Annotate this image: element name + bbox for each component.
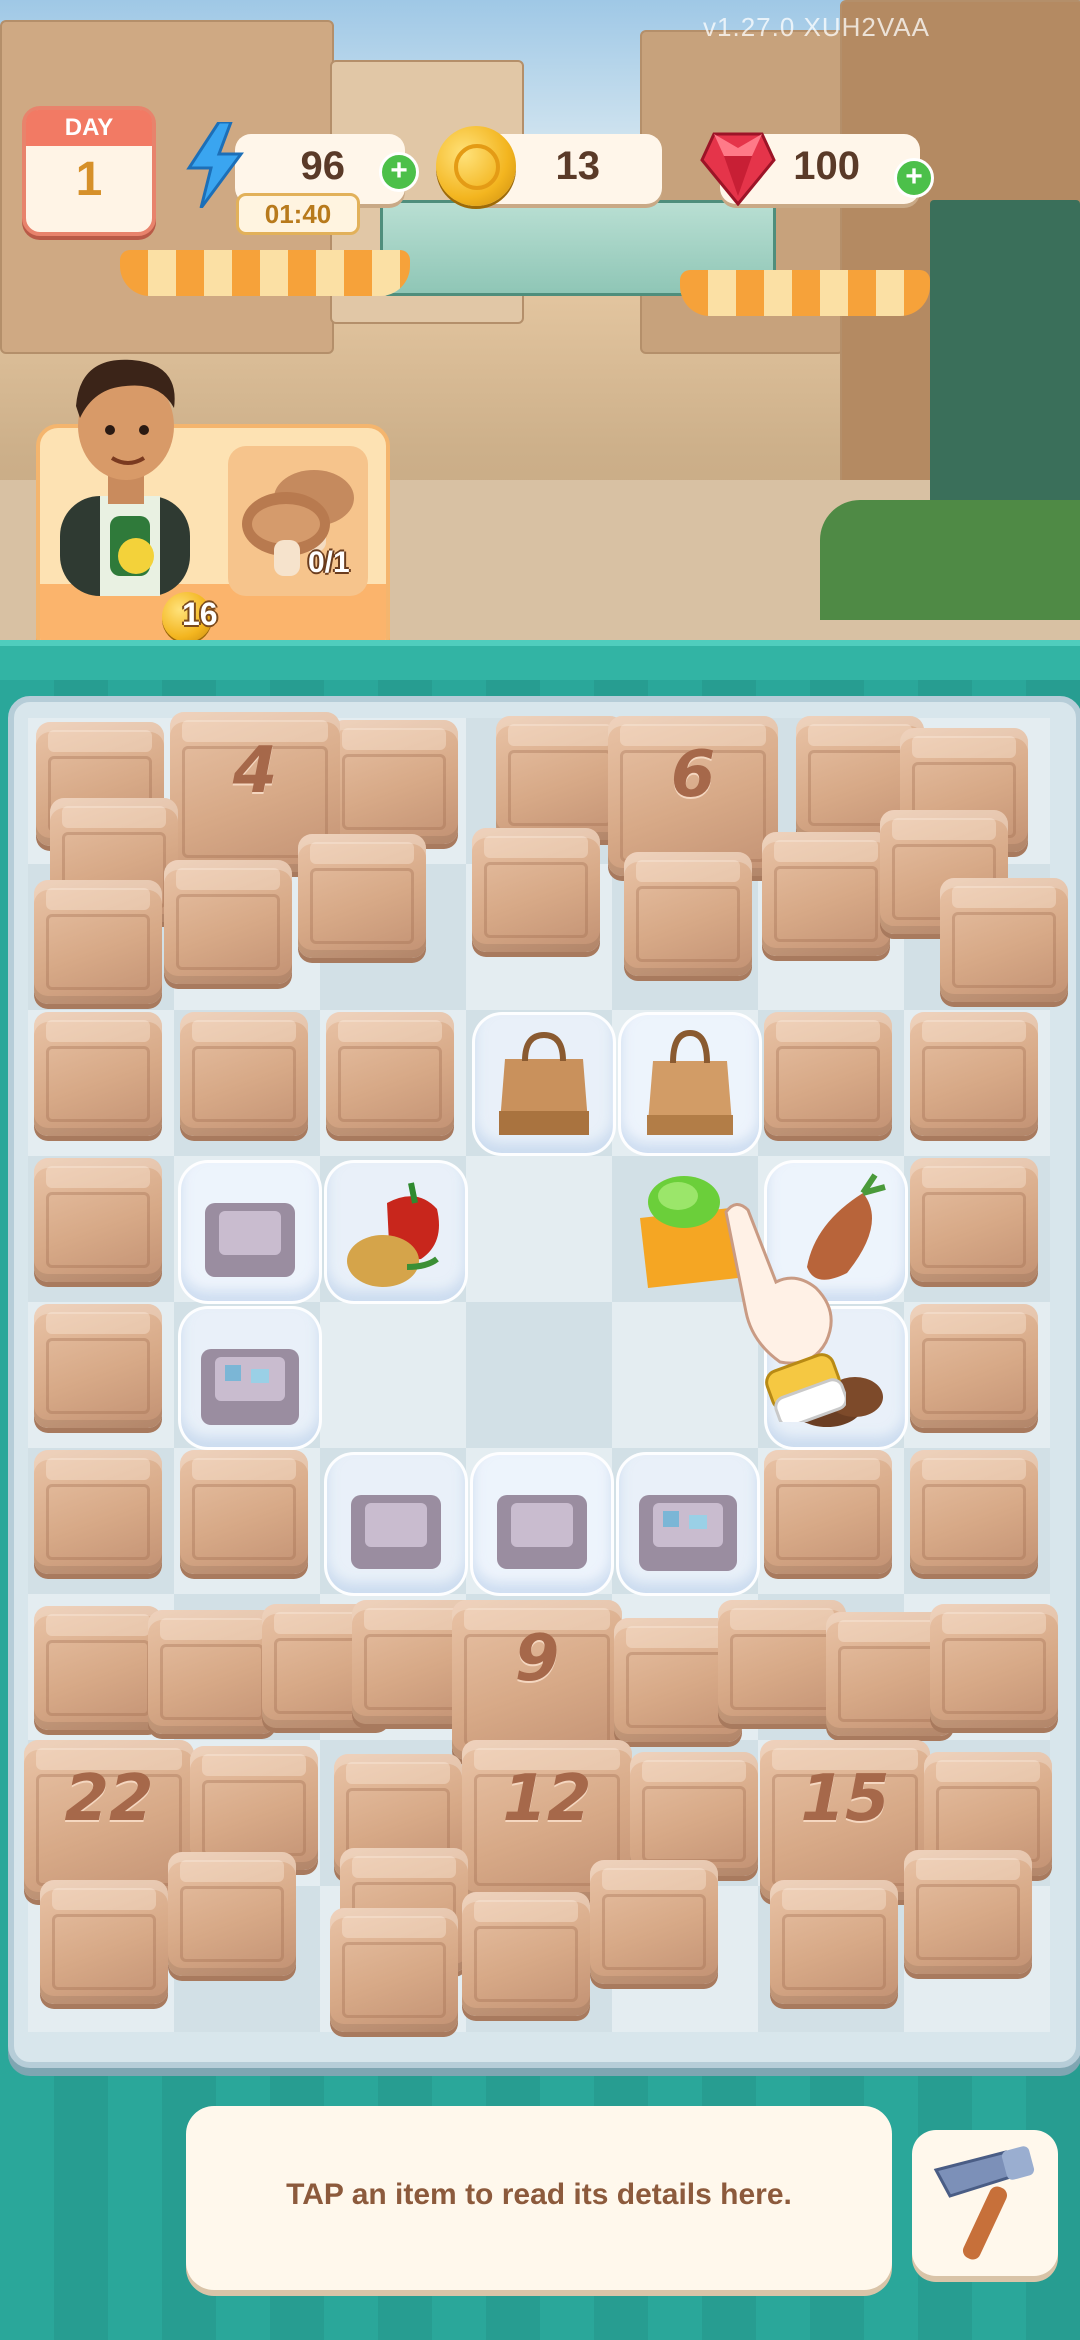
awning xyxy=(120,250,410,296)
bubbled-item[interactable] xyxy=(470,1452,614,1596)
locked-crate[interactable] xyxy=(472,828,600,952)
locked-crate[interactable] xyxy=(330,1908,458,2032)
order-reward-value: 16 xyxy=(182,596,218,632)
energy-timer: 01:40 xyxy=(236,193,360,235)
locked-crate[interactable] xyxy=(34,1304,162,1428)
item-details-text: TAP an item to read its details here. xyxy=(286,2178,792,2211)
locked-crate[interactable] xyxy=(940,878,1068,1002)
locked-crate[interactable] xyxy=(624,852,752,976)
hedge xyxy=(820,500,1080,620)
locked-crate[interactable] xyxy=(910,1450,1038,1574)
chef-avatar xyxy=(60,359,190,596)
ruby-gem-icon xyxy=(700,132,776,206)
hammer-tool-button[interactable] xyxy=(912,2130,1058,2276)
coin-icon xyxy=(436,126,516,206)
crate-unlock-level: 15 xyxy=(800,1762,890,1836)
bubbled-item[interactable] xyxy=(324,1160,468,1304)
locked-crate[interactable] xyxy=(930,1604,1058,1728)
item-details-panel: TAP an item to read its details here. xyxy=(186,2106,892,2290)
locked-crate[interactable] xyxy=(34,1158,162,1282)
locked-crate[interactable] xyxy=(298,834,426,958)
locked-crate[interactable] xyxy=(590,1860,718,1984)
locked-crate[interactable] xyxy=(168,1852,296,1976)
locked-crate[interactable] xyxy=(764,1450,892,1574)
bubbled-item[interactable] xyxy=(618,1012,762,1156)
locked-crate[interactable] xyxy=(910,1012,1038,1136)
order-progress: 0/1 xyxy=(308,546,350,579)
crate-unlock-level: 6 xyxy=(670,738,716,812)
board-cell xyxy=(320,1302,466,1448)
bubbled-item[interactable] xyxy=(178,1306,322,1450)
locked-crate[interactable] xyxy=(40,1880,168,2004)
tutorial-hand-icon xyxy=(724,1203,846,1422)
day-calendar-button[interactable]: DAY 1 xyxy=(22,106,156,236)
crate-unlock-level: 12 xyxy=(502,1762,592,1836)
locked-crate[interactable] xyxy=(762,832,890,956)
bubbled-item[interactable] xyxy=(324,1452,468,1596)
day-number: 1 xyxy=(75,153,103,206)
locked-crate[interactable] xyxy=(910,1158,1038,1282)
version-label: v1.27.0 XUH2VAA xyxy=(703,12,930,42)
coin-value: 13 xyxy=(555,144,601,188)
box-items-icon xyxy=(639,1495,737,1571)
energy-value: 96 xyxy=(300,144,346,188)
box-icon xyxy=(497,1495,587,1569)
bubbled-item[interactable] xyxy=(472,1012,616,1156)
locked-crate[interactable] xyxy=(462,1892,590,2016)
locked-crate[interactable] xyxy=(764,1012,892,1136)
board-cell xyxy=(466,1156,612,1302)
locked-crate[interactable] xyxy=(904,1850,1032,1974)
hammer-icon xyxy=(933,2146,1035,2260)
locked-crate[interactable] xyxy=(34,880,162,1004)
gem-value: 100 xyxy=(793,144,860,188)
locked-crate[interactable] xyxy=(910,1304,1038,1428)
crate-unlock-level: 22 xyxy=(64,1762,154,1836)
add-gems-button[interactable]: + xyxy=(894,158,934,198)
box-icon xyxy=(205,1203,295,1277)
locked-crate[interactable] xyxy=(330,720,458,844)
locked-crate[interactable] xyxy=(34,1012,162,1136)
awning xyxy=(680,270,930,316)
paper-bag-icon xyxy=(499,1031,589,1135)
day-label: DAY xyxy=(26,110,152,146)
box-icon xyxy=(351,1495,441,1569)
crate-unlock-level: 4 xyxy=(232,734,278,808)
locked-crate[interactable] xyxy=(34,1450,162,1574)
locked-crate[interactable] xyxy=(326,1012,454,1136)
locked-crate[interactable] xyxy=(34,1606,162,1730)
pepper-onion-icon xyxy=(347,1182,439,1287)
locked-crate[interactable] xyxy=(164,860,292,984)
paper-bag-icon xyxy=(647,1029,733,1135)
bubbled-item[interactable] xyxy=(178,1160,322,1304)
locked-crate[interactable] xyxy=(180,1012,308,1136)
add-energy-button[interactable]: + xyxy=(379,152,419,192)
locked-crate[interactable] xyxy=(180,1450,308,1574)
board-cell xyxy=(466,1302,612,1448)
crate-unlock-level: 9 xyxy=(514,1622,560,1696)
locked-crate[interactable] xyxy=(148,1610,276,1734)
locked-crate[interactable] xyxy=(630,1752,758,1876)
locked-crate-9[interactable]: 9 xyxy=(452,1600,622,1760)
bubbled-item[interactable] xyxy=(616,1452,760,1596)
locked-crate[interactable] xyxy=(496,716,624,840)
locked-crate[interactable] xyxy=(770,1880,898,2004)
lightning-icon xyxy=(186,122,244,208)
box-items-icon xyxy=(201,1349,299,1425)
